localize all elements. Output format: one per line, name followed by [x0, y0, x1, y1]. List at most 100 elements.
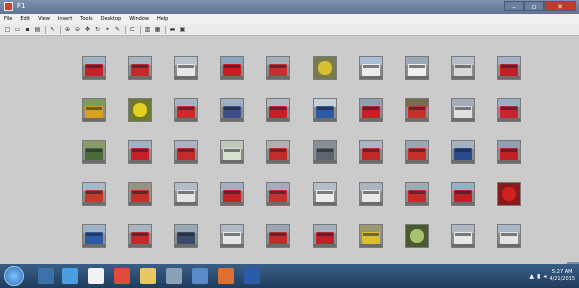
pan-icon[interactable]: ✥: [83, 26, 92, 34]
image-thumbnail[interactable]: [405, 56, 429, 80]
dock-icon[interactable]: ▣: [178, 26, 187, 34]
menu-insert[interactable]: Insert: [54, 14, 76, 24]
image-thumbnail[interactable]: [82, 140, 106, 164]
save-icon[interactable]: ▪: [23, 26, 32, 34]
image-thumbnail[interactable]: [313, 56, 337, 80]
tray-arrow-icon[interactable]: ▲: [529, 273, 534, 280]
folder-icon[interactable]: [140, 268, 156, 284]
menu-tools[interactable]: Tools: [76, 14, 96, 24]
zoom-in-icon[interactable]: ⊕: [63, 26, 72, 34]
image-thumbnail[interactable]: [220, 182, 244, 206]
pointer-icon[interactable]: ↖: [48, 26, 57, 34]
image-thumbnail[interactable]: [174, 140, 198, 164]
legend-icon[interactable]: ▦: [153, 26, 162, 34]
image-thumbnail[interactable]: [359, 224, 383, 248]
image-thumbnail[interactable]: [359, 56, 383, 80]
volume-icon[interactable]: ◂: [543, 273, 546, 280]
image-thumbnail[interactable]: [266, 140, 290, 164]
image-thumbnail[interactable]: [128, 56, 152, 80]
image-thumbnail[interactable]: [174, 56, 198, 80]
image-thumbnail[interactable]: [405, 182, 429, 206]
chrome-icon[interactable]: [114, 268, 130, 284]
image-thumbnail[interactable]: [128, 182, 152, 206]
bus-windows: [270, 107, 286, 110]
rotate-icon[interactable]: ↻: [93, 26, 102, 34]
image-thumbnail[interactable]: [82, 182, 106, 206]
bus-windows: [501, 107, 517, 110]
image-thumbnail[interactable]: [451, 224, 475, 248]
matlab-icon[interactable]: [218, 268, 234, 284]
image-thumbnail[interactable]: [451, 182, 475, 206]
menu-file[interactable]: File: [0, 14, 16, 24]
image-thumbnail[interactable]: [497, 56, 521, 80]
image-thumbnail[interactable]: [174, 182, 198, 206]
new-figure-icon[interactable]: □: [3, 26, 12, 34]
explorer-icon[interactable]: [38, 268, 54, 284]
bus-windows: [132, 191, 148, 194]
menu-window[interactable]: Window: [125, 14, 153, 24]
zoom-out-icon[interactable]: ⊖: [73, 26, 82, 34]
image-thumbnail[interactable]: [313, 224, 337, 248]
menu-desktop[interactable]: Desktop: [97, 14, 126, 24]
image-thumbnail[interactable]: [497, 182, 521, 206]
image-thumbnail[interactable]: [497, 224, 521, 248]
colorbar-icon[interactable]: ▥: [143, 26, 152, 34]
image-thumbnail[interactable]: [497, 98, 521, 122]
image-thumbnail[interactable]: [451, 98, 475, 122]
window-title: F1: [17, 2, 26, 10]
image-thumbnail[interactable]: [128, 98, 152, 122]
image-thumbnail[interactable]: [174, 98, 198, 122]
image-thumbnail[interactable]: [266, 182, 290, 206]
image-thumbnail[interactable]: [82, 224, 106, 248]
close-button[interactable]: ✕: [544, 1, 576, 11]
image-thumbnail[interactable]: [313, 140, 337, 164]
image-thumbnail[interactable]: [220, 224, 244, 248]
image-thumbnail[interactable]: [405, 98, 429, 122]
image-thumbnail[interactable]: [359, 98, 383, 122]
bus-windows: [178, 107, 194, 110]
image-thumbnail[interactable]: [359, 140, 383, 164]
thumbnail-ground: [314, 243, 336, 247]
image-thumbnail[interactable]: [405, 224, 429, 248]
image-thumbnail[interactable]: [497, 140, 521, 164]
image-thumbnail[interactable]: [82, 98, 106, 122]
windows-start-icon[interactable]: [4, 266, 24, 286]
image-thumbnail[interactable]: [266, 98, 290, 122]
image-thumbnail[interactable]: [220, 140, 244, 164]
image-thumbnail[interactable]: [313, 98, 337, 122]
image-thumbnail[interactable]: [82, 56, 106, 80]
word-icon[interactable]: [244, 268, 260, 284]
image-thumbnail[interactable]: [451, 140, 475, 164]
minimize-button[interactable]: –: [504, 1, 524, 11]
print-icon[interactable]: ▤: [33, 26, 42, 34]
data-cursor-icon[interactable]: ⌖: [103, 26, 112, 34]
menu-view[interactable]: View: [34, 14, 54, 24]
clock[interactable]: 5:27 AM 4/21/2015: [549, 269, 575, 283]
image-thumbnail[interactable]: [266, 56, 290, 80]
thumbnail-ground: [267, 201, 289, 205]
image-thumbnail[interactable]: [128, 224, 152, 248]
app-icon[interactable]: [166, 268, 182, 284]
menu-edit[interactable]: Edit: [16, 14, 34, 24]
documents-icon[interactable]: [88, 268, 104, 284]
network-icon[interactable]: ▮: [537, 273, 540, 280]
brush-icon[interactable]: ✎: [113, 26, 122, 34]
link-icon[interactable]: ⊏: [128, 26, 137, 34]
thumbnail-ground: [452, 75, 474, 79]
open-file-icon[interactable]: ▭: [13, 26, 22, 34]
maximize-button[interactable]: ▫: [524, 1, 544, 11]
menu-help[interactable]: Help: [153, 14, 172, 24]
image-thumbnail[interactable]: [174, 224, 198, 248]
hide-tools-icon[interactable]: ▬: [168, 26, 177, 34]
image-thumbnail[interactable]: [220, 56, 244, 80]
image-thumbnail[interactable]: [266, 224, 290, 248]
app-icon-2[interactable]: [192, 268, 208, 284]
image-thumbnail[interactable]: [405, 140, 429, 164]
image-thumbnail[interactable]: [313, 182, 337, 206]
image-thumbnail[interactable]: [359, 182, 383, 206]
image-thumbnail[interactable]: [451, 56, 475, 80]
image-thumbnail[interactable]: [128, 140, 152, 164]
ie-icon[interactable]: [62, 268, 78, 284]
bus-windows: [270, 149, 286, 152]
image-thumbnail[interactable]: [220, 98, 244, 122]
